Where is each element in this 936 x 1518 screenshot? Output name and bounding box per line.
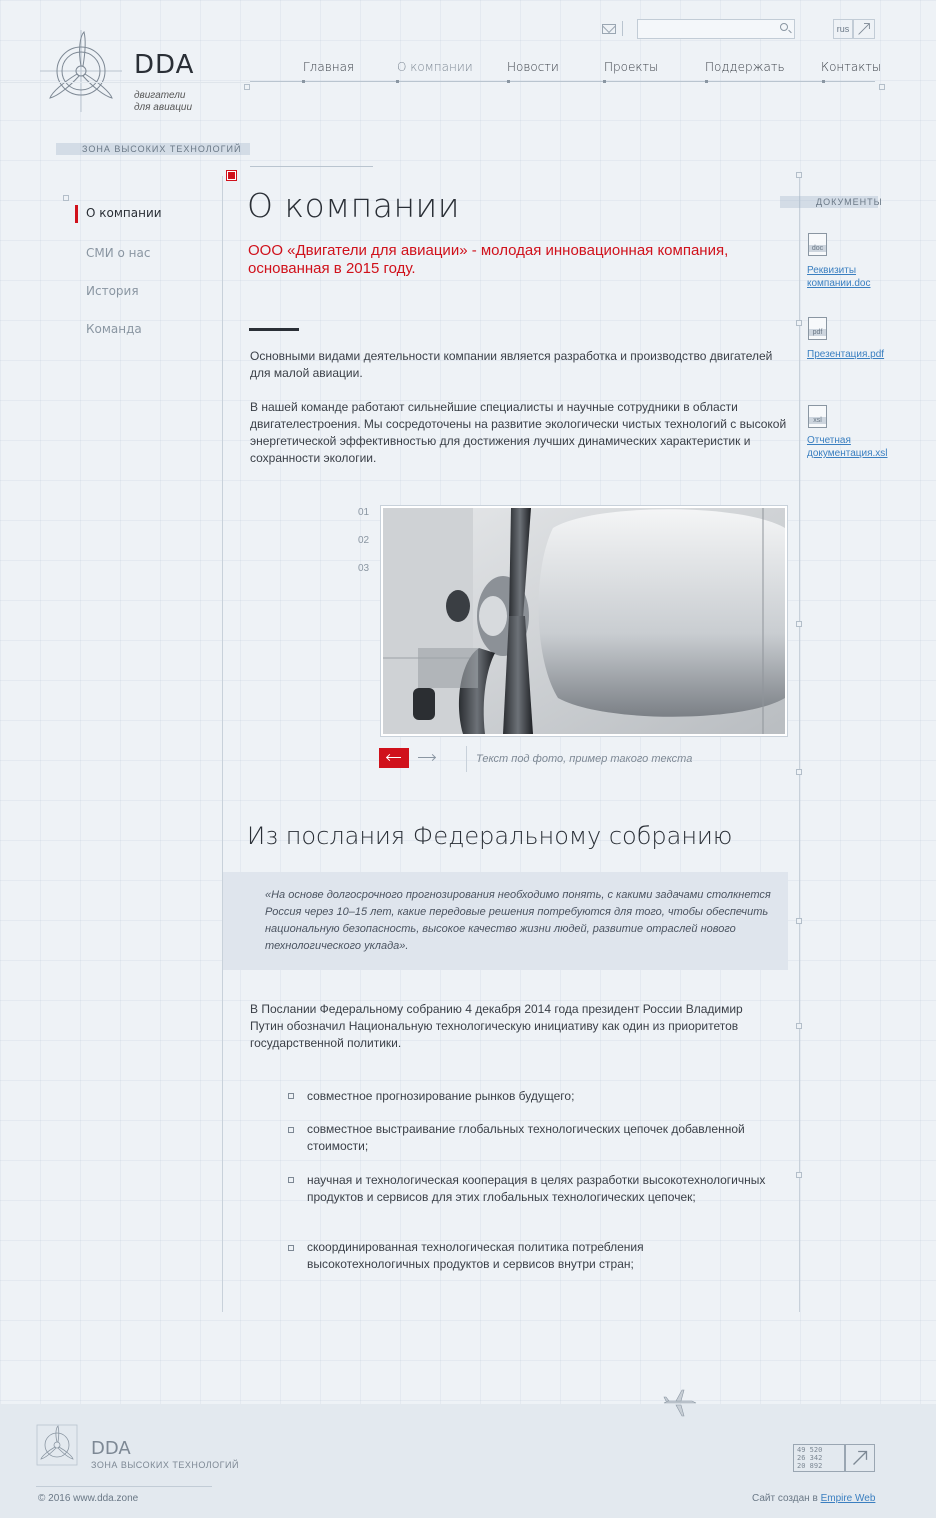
grid-marker	[796, 1172, 802, 1178]
content-right-border	[799, 176, 800, 1312]
expand-icon[interactable]	[853, 19, 875, 39]
header-separator	[622, 21, 623, 36]
language-switch[interactable]: rus	[833, 19, 853, 39]
made-by-prefix: Сайт создан в	[752, 1493, 818, 1504]
footer-copyright: © 2016 www.dda.zone	[38, 1493, 139, 1504]
slide-number-2[interactable]: 02	[358, 535, 369, 546]
slide-number-3[interactable]: 03	[358, 563, 369, 574]
nav-guide-line	[0, 82, 250, 83]
grid-marker	[796, 172, 802, 178]
lead-text: ООО «Двигатели для авиации» - молодая ин…	[248, 242, 729, 277]
airplane-icon	[663, 1389, 697, 1417]
grid-marker	[796, 918, 802, 924]
paragraph-activities: Основными видами деятельности компании я…	[250, 349, 773, 380]
background-grid	[0, 0, 936, 1518]
pdf-file-icon[interactable]: pdf	[808, 317, 827, 340]
list-item: скоординированная технологическая полити…	[307, 1240, 644, 1271]
paragraph-team: В нашей команде работают сильнейшие спец…	[250, 400, 787, 465]
document-link-reports[interactable]: Отчетная документация.xsl	[807, 434, 897, 460]
search-icon[interactable]	[780, 23, 788, 31]
sidebar-item-history[interactable]: История	[86, 284, 139, 298]
nav-underline	[250, 81, 875, 82]
aircraft-engine-photo	[383, 508, 785, 734]
nav-dot	[507, 80, 510, 83]
nav-dot	[302, 80, 305, 83]
sidebar-item-team[interactable]: Команда	[86, 322, 142, 336]
counter-line: 26 342	[797, 1454, 823, 1462]
caption-separator	[466, 746, 467, 772]
brand-subtitle-line-1: двигатели	[134, 90, 186, 101]
visit-counter: 49 520 26 342 20 892	[793, 1444, 845, 1472]
brand-title[interactable]: DDA	[134, 50, 194, 80]
mail-icon[interactable]	[602, 24, 616, 34]
document-link-requisites[interactable]: Реквизиты компании.doc	[807, 264, 897, 290]
slider-prev-button[interactable]	[379, 748, 409, 768]
doc-file-icon[interactable]: doc	[808, 233, 827, 256]
nav-dot	[705, 80, 708, 83]
list-item: совместное прогнозирование рынков будуще…	[307, 1089, 575, 1103]
footer-brand-title: DDA	[91, 1438, 131, 1459]
grid-marker	[63, 195, 69, 201]
nav-contacts[interactable]: Контакты	[821, 60, 881, 74]
search-input[interactable]	[637, 19, 795, 39]
list-item: научная и технологическая кооперация в ц…	[307, 1173, 766, 1204]
grid-marker	[796, 769, 802, 775]
nav-home[interactable]: Главная	[303, 60, 354, 74]
brand-subtitle: двигатели для авиации	[134, 90, 192, 114]
list-bullet	[288, 1093, 294, 1099]
sidebar-item-about[interactable]: О компании	[86, 206, 162, 220]
nav-dot	[603, 80, 606, 83]
list-bullet	[288, 1245, 294, 1251]
footer-made-by: Сайт создан в Empire Web	[752, 1493, 875, 1504]
footer-zone-label: ЗОНА ВЫСОКИХ ТЕХНОЛОГИЙ	[91, 1460, 239, 1470]
doc-ext-label: xsl	[809, 417, 826, 424]
zone-label: ЗОНА ВЫСОКИХ ТЕХНОЛОГИЙ	[82, 144, 242, 154]
quote-text: «На основе долгосрочного прогнозирования…	[265, 889, 771, 952]
photo-caption: Текст под фото, пример такого текста	[476, 753, 693, 765]
content-start-marker	[227, 171, 236, 180]
photo-slider[interactable]	[380, 505, 788, 737]
nav-support[interactable]: Поддержать	[705, 60, 785, 74]
list-item: совместное выстраивание глобальных техно…	[307, 1122, 745, 1153]
list-bullet	[288, 1127, 294, 1133]
section-title: Из послания Федеральному собранию	[247, 822, 733, 850]
section-dash	[249, 328, 299, 331]
nav-about[interactable]: О компании	[397, 60, 473, 74]
doc-ext-label: pdf	[809, 329, 826, 336]
grid-marker	[796, 621, 802, 627]
xsl-file-icon[interactable]: xsl	[808, 405, 827, 428]
documents-title: ДОКУМЕНТЫ	[816, 197, 883, 207]
nav-dot	[396, 80, 399, 83]
made-by-link[interactable]: Empire Web	[821, 1493, 876, 1504]
slider-next-button[interactable]	[417, 748, 437, 768]
sidebar-item-media[interactable]: СМИ о нас	[86, 246, 150, 260]
page-title: О компании	[247, 186, 460, 225]
doc-ext-label: doc	[809, 245, 826, 252]
footer-propeller-logo-icon[interactable]	[36, 1424, 78, 1466]
list-bullet	[288, 1177, 294, 1183]
zone-divider	[250, 166, 373, 167]
document-link-presentation[interactable]: Презентация.pdf	[807, 348, 897, 361]
content-left-border	[222, 176, 223, 1312]
counter-line: 49 520	[797, 1446, 823, 1454]
nav-projects[interactable]: Проекты	[604, 60, 658, 74]
grid-marker	[796, 1023, 802, 1029]
nav-dot	[822, 80, 825, 83]
grid-marker	[796, 320, 802, 326]
grid-marker	[879, 84, 885, 90]
counter-line: 20 892	[797, 1462, 823, 1470]
slide-number-1[interactable]: 01	[358, 507, 369, 518]
grid-marker	[244, 84, 250, 90]
brand-subtitle-line-2: для авиации	[134, 102, 193, 113]
arrow-up-right-icon[interactable]	[845, 1444, 875, 1472]
paragraph-initiative: В Послании Федеральному собранию 4 декаб…	[250, 1002, 743, 1050]
footer-divider	[36, 1486, 212, 1487]
nav-news[interactable]: Новости	[507, 60, 559, 74]
sidebar-active-marker	[75, 205, 78, 223]
propeller-logo-icon[interactable]	[40, 30, 122, 112]
